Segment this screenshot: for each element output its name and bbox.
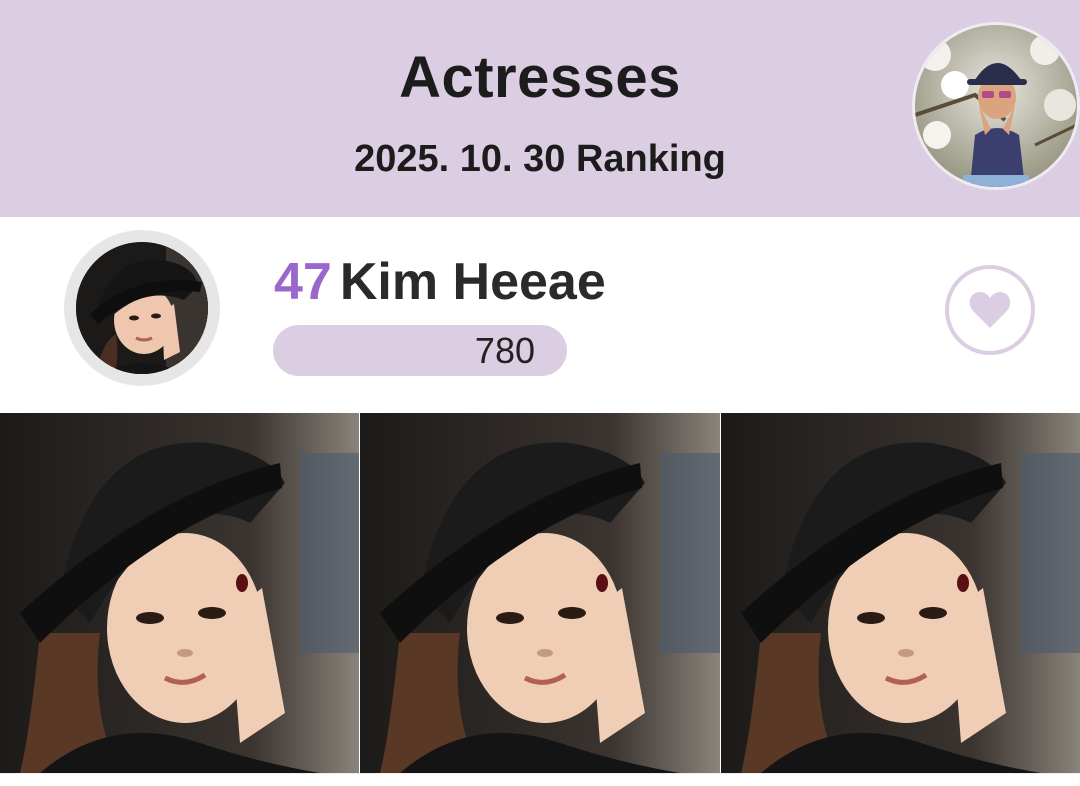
user-avatar-image [915, 25, 1077, 187]
vote-count: 780 [474, 330, 535, 371]
profile-photo[interactable] [76, 242, 208, 374]
page-header: Actresses 2025. 10. 30 Ranking [0, 0, 1080, 217]
bottom-divider [0, 773, 1080, 786]
ranking-date: 2025. 10. 30 Ranking [354, 138, 726, 180]
actress-name: Kim Heeae [339, 253, 606, 311]
photo-gallery [0, 413, 1080, 773]
gallery-photo-image [0, 413, 360, 773]
user-avatar[interactable] [912, 22, 1080, 190]
profile-photo-image [76, 242, 208, 374]
gallery-photo-image [720, 413, 1080, 773]
like-button[interactable] [945, 265, 1035, 355]
rank-name-line: 47 Kim Heeae [274, 251, 606, 313]
gallery-photo[interactable] [719, 413, 1080, 773]
heart-icon [969, 292, 1011, 328]
ranking-entry[interactable]: 47 Kim Heeae 780 [0, 217, 1080, 413]
gallery-photo-image [360, 413, 720, 773]
vote-count-bar: 780 [273, 325, 567, 376]
gallery-photo[interactable] [359, 413, 720, 773]
rank-number: 47 [274, 253, 332, 311]
gallery-photo[interactable] [0, 413, 360, 773]
